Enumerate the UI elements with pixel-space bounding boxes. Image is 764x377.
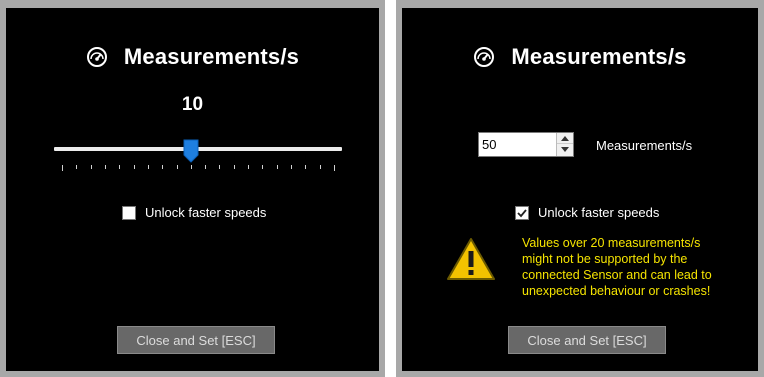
slider-tick [119,165,121,169]
warning-line: unexpected behaviour or crashes! [522,284,711,298]
spin-up-button[interactable] [557,133,573,144]
unlock-checkbox[interactable] [122,205,136,220]
slider-tick [104,165,106,169]
slider-tick [291,165,293,169]
slider-ticks [54,165,342,171]
slider-tick [305,165,307,169]
speedometer-icon [474,47,495,67]
slider-tick [147,165,149,169]
chevron-up-icon [561,135,569,141]
slider-tick [276,165,278,169]
slider-tick [319,165,321,169]
chevron-down-icon [561,147,569,152]
slider-tick [190,165,192,169]
number-spinner [556,133,573,156]
slider-tick [133,165,135,169]
dialog-window-slider: Measurements/s 10 Unlock faster speeds C… [0,0,385,377]
warning-triangle-icon [447,238,495,280]
spin-down-button[interactable] [557,144,573,155]
checkmark-icon [517,208,527,217]
dialog-window-numeric: Measurements/s 50 Measurements/s Unlock … [396,0,764,377]
dialog-header: Measurements/s [402,44,758,70]
speedometer-icon [86,47,107,67]
slider-tick [62,165,63,171]
slider-tick [176,165,178,169]
unlock-checkbox[interactable] [515,205,529,220]
warning-line: Values over 20 measurements/s [522,236,701,250]
dialog-title: Measurements/s [123,44,300,69]
slider-tick [90,165,92,169]
measurements-number-input[interactable]: 50 [478,132,574,157]
warning-message: Values over 20 measurements/s might not … [522,235,744,299]
unlock-checkbox-row[interactable]: Unlock faster speeds [515,205,659,220]
unlock-checkbox-row[interactable]: Unlock faster speeds [122,205,266,220]
unlock-checkbox-label: Unlock faster speeds [145,205,267,220]
dialog-body: Measurements/s 10 Unlock faster speeds C… [6,8,379,371]
unit-label: Measurements/s [596,138,693,153]
slider-tick [205,165,207,169]
warning-line: might not be supported by the [522,252,688,266]
unlock-checkbox-label: Unlock faster speeds [538,205,660,220]
slider-tick [162,165,164,169]
slider-value-label: 10 [181,94,204,115]
slider-tick [233,165,235,169]
warning-line: connected Sensor and can lead to [522,268,712,282]
close-and-set-button[interactable]: Close and Set [ESC] [508,326,666,354]
dialog-title: Measurements/s [511,44,687,69]
slider-tick [76,165,78,169]
dialog-header: Measurements/s [6,44,379,70]
slider-tick [262,165,264,169]
slider-thumb[interactable] [183,139,199,163]
number-input-value: 50 [482,137,497,152]
slider-tick [248,165,250,169]
slider-tick [334,165,335,171]
slider-tick [219,165,221,169]
close-and-set-button[interactable]: Close and Set [ESC] [117,326,275,354]
dialog-body: Measurements/s 50 Measurements/s Unlock … [402,8,758,371]
